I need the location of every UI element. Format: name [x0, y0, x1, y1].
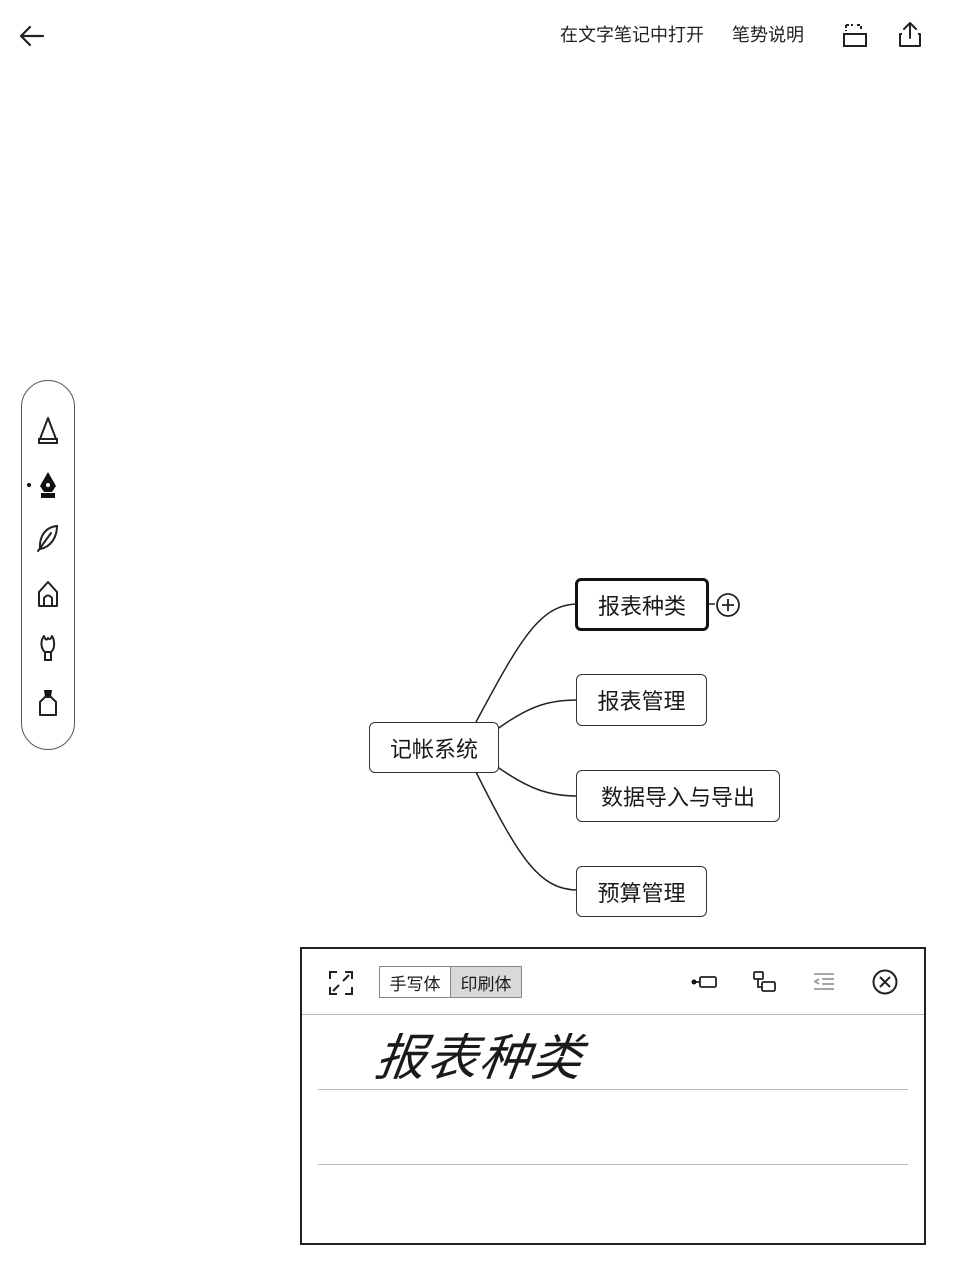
writing-line [318, 1089, 908, 1090]
add-sibling-button[interactable] [686, 964, 722, 1000]
feather-pen-icon [37, 524, 59, 552]
pen-tool-highlighter[interactable] [32, 687, 64, 719]
marker-pen-icon [38, 417, 58, 444]
mode-handwriting-tab[interactable]: 手写体 [379, 966, 451, 998]
back-button[interactable] [14, 18, 50, 54]
mindmap-node-3[interactable]: 数据导入与导出 [576, 770, 780, 822]
open-in-text-note-button[interactable]: 在文字笔记中打开 [560, 22, 704, 50]
writing-line [318, 1164, 908, 1165]
handwritten-text[interactable]: 报表种类 [371, 1022, 641, 1094]
pencil-icon [38, 581, 58, 607]
expand-icon [329, 971, 353, 995]
outdent-icon [813, 973, 834, 990]
mindmap-node-1[interactable]: 报表种类 [575, 578, 709, 631]
add-child-button[interactable] [746, 964, 782, 1000]
panel-divider [302, 1014, 924, 1015]
add-node-button[interactable] [715, 592, 741, 618]
gesture-help-button[interactable]: 笔势说明 [732, 22, 804, 50]
add-sibling-node-icon [691, 976, 717, 988]
pen-tool-fountain[interactable] [32, 469, 64, 501]
mode-print-tab[interactable]: 印刷体 [450, 966, 522, 998]
crop-icon [843, 24, 867, 47]
share-button[interactable] [893, 18, 927, 52]
crop-button[interactable] [838, 18, 872, 52]
close-panel-button[interactable] [867, 964, 903, 1000]
close-circle-icon [872, 969, 898, 995]
pen-tool-feather[interactable] [32, 522, 64, 554]
brush-icon [40, 635, 56, 661]
share-icon [899, 22, 921, 47]
expand-button[interactable] [323, 965, 359, 1001]
mindmap-node-2[interactable]: 报表管理 [576, 674, 707, 726]
pen-tool-brush[interactable] [32, 632, 64, 664]
add-child-node-icon [753, 971, 776, 992]
selected-indicator [27, 483, 31, 487]
outdent-button[interactable] [806, 964, 842, 1000]
mindmap-root-node[interactable]: 记帐系统 [369, 722, 499, 773]
plus-circle-icon [716, 593, 740, 617]
highlighter-icon [39, 690, 57, 716]
fountain-pen-icon [40, 472, 56, 498]
pen-tool-pencil[interactable] [32, 578, 64, 610]
arrow-left-icon [19, 25, 45, 47]
mindmap-node-4[interactable]: 预算管理 [576, 866, 707, 917]
pen-tool-marker[interactable] [32, 414, 64, 446]
